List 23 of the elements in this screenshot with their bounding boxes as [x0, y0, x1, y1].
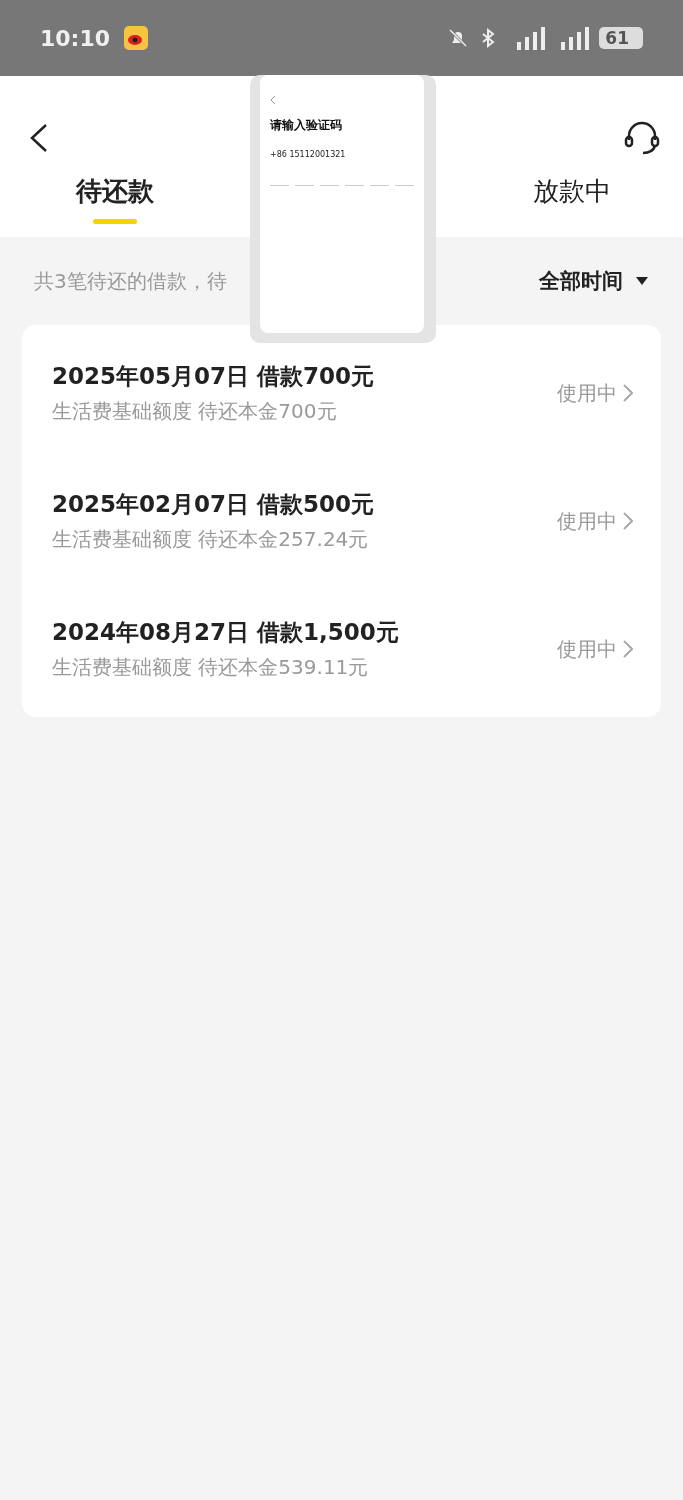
summary-text: 共3笔待还的借款，待: [34, 267, 227, 295]
tab[interactable]: 待还款: [76, 174, 154, 224]
loan-detail: 生活费基础额度 待还本金257.24元: [52, 526, 370, 553]
preview-title: 请输入验证码: [270, 117, 343, 134]
battery-level: 61: [599, 27, 643, 49]
loan-title: 2025年05月07日 借款700元: [52, 362, 376, 391]
chevron-right-icon: [623, 384, 633, 402]
loan-detail: 生活费基础额度 待还本金700元: [52, 398, 338, 425]
dropdown-caret-icon: [635, 276, 649, 286]
time-filter[interactable]: 全部时间: [539, 267, 649, 295]
headset-icon[interactable]: [623, 120, 661, 156]
loan-title: 2025年02月07日 借款500元: [52, 490, 376, 519]
loan-detail: 生活费基础额度 待还本金539.11元: [52, 654, 370, 681]
muted-bell-icon: [447, 27, 470, 49]
loan-title: 2024年08月27日 借款1,500元: [52, 618, 400, 647]
clock: 10:10: [40, 25, 111, 51]
chevron-right-icon: [623, 640, 633, 658]
chevron-right-icon: [623, 512, 633, 530]
tab[interactable]: 放款中: [533, 174, 611, 224]
back-icon: [270, 95, 276, 105]
app-notification-icon: [124, 26, 149, 50]
preview-phone: +86 15112001321: [270, 150, 347, 159]
window-preview[interactable]: 请输入验证码 +86 15112001321: [250, 75, 436, 343]
